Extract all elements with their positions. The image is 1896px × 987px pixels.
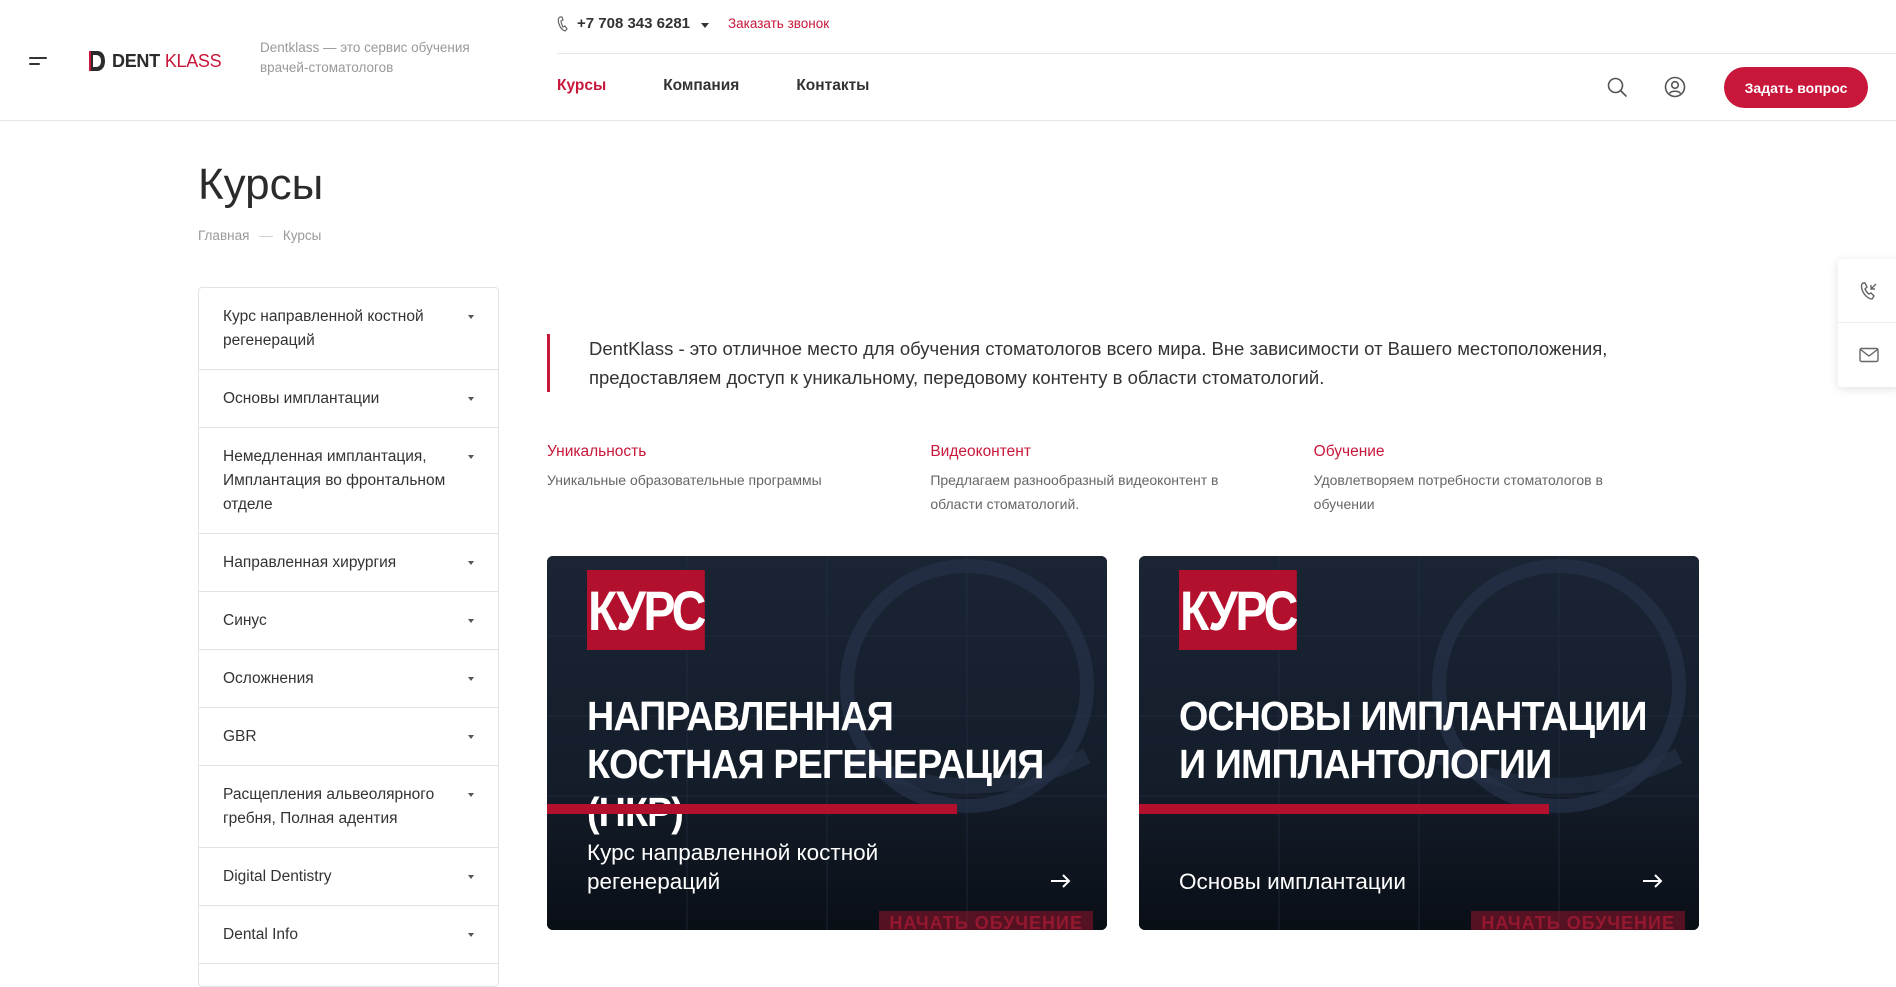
chevron-down-icon[interactable] xyxy=(701,23,709,28)
course-card-implant-basics[interactable]: КУРС ОСНОВЫ ИМПЛАНТАЦИИ И ИМПЛАНТОЛОГИИ … xyxy=(1139,556,1699,930)
features-row: Уникальность Уникальные образовательные … xyxy=(547,443,1697,516)
logo[interactable]: DENT KLASS xyxy=(86,48,222,74)
tooth-logo-icon xyxy=(89,51,105,71)
start-learning-watermark: НАЧАТЬ ОБУЧЕНИЕ xyxy=(879,911,1093,930)
floating-contact-panel xyxy=(1838,259,1896,387)
feature-title: Видеоконтент xyxy=(930,443,1031,460)
chevron-down-icon[interactable] xyxy=(468,875,474,879)
sidebar-item-digital-dentistry[interactable]: Digital Dentistry xyxy=(199,848,498,906)
breadcrumb-home[interactable]: Главная xyxy=(198,228,249,243)
sidebar-item-dental-info[interactable]: Dental Info xyxy=(199,906,498,964)
menu-icon[interactable] xyxy=(29,55,47,67)
start-learning-watermark: НАЧАТЬ ОБУЧЕНИЕ xyxy=(1471,911,1685,930)
page-title: Курсы xyxy=(198,160,324,209)
sidebar-item-label: Осложнения xyxy=(223,669,314,687)
breadcrumb-current: Курсы xyxy=(282,228,322,243)
callback-link[interactable]: Заказать звонок xyxy=(728,16,829,31)
card-divider xyxy=(547,804,957,814)
sidebar-item-label: Расщепления альвеолярного гребня, Полная… xyxy=(223,785,435,827)
sidebar-item-label: Направленная хирургия xyxy=(223,553,397,571)
arrow-right-icon[interactable] xyxy=(1051,874,1071,888)
sidebar-item-label: GBR xyxy=(223,727,257,745)
breadcrumb: Главная — Курсы xyxy=(198,228,321,243)
logo-text-dent: DENT xyxy=(112,50,160,71)
chevron-down-icon[interactable] xyxy=(468,933,474,937)
logo-text-klass: KLASS xyxy=(164,50,222,71)
course-badge: КУРС xyxy=(1179,570,1298,650)
phone-incoming-icon xyxy=(1860,281,1877,300)
feature-title: Обучение xyxy=(1313,443,1385,460)
sidebar-item-immediate-implant[interactable]: Немедленная имплантация, Имплантация во … xyxy=(199,428,498,534)
card-headline: ОСНОВЫ ИМПЛАНТАЦИИ И ИМПЛАНТОЛОГИИ xyxy=(1179,693,1647,787)
phone-icon xyxy=(557,16,568,32)
ask-question-button[interactable]: Задать вопрос xyxy=(1724,67,1868,108)
sidebar-item-sinus[interactable]: Синус xyxy=(199,592,498,650)
course-card-bone-regeneration[interactable]: КУРС НАПРАВЛЕННАЯ КОСТНАЯ РЕГЕНЕРАЦИЯ (Н… xyxy=(547,556,1107,930)
sidebar-item-complications[interactable]: Осложнения xyxy=(199,650,498,708)
nav-item-courses[interactable]: Курсы xyxy=(557,77,606,95)
feature-uniqueness: Уникальность Уникальные образовательные … xyxy=(547,443,930,516)
chevron-down-icon[interactable] xyxy=(468,315,474,319)
header-topline: +7 708 343 6281 Заказать звонок xyxy=(557,0,1896,54)
nav-item-contacts[interactable]: Контакты xyxy=(796,77,869,95)
sidebar-item-implant-basics[interactable]: Основы имплантации xyxy=(199,370,498,428)
course-badge: КУРС xyxy=(587,570,706,650)
sidebar-item-label: Dental Info xyxy=(223,925,298,943)
feature-title: Уникальность xyxy=(547,443,647,460)
slogan: Dentklass — это сервис обучения врачей-с… xyxy=(260,40,470,75)
feature-text: Удовлетворяем потребности стоматологов в… xyxy=(1313,472,1603,512)
sidebar-item-label: Digital Dentistry xyxy=(223,867,332,885)
sidebar-item-label: Синус xyxy=(223,611,267,629)
sidebar-item-ridge-split[interactable]: Расщепления альвеолярного гребня, Полная… xyxy=(199,766,498,848)
nav-item-company[interactable]: Компания xyxy=(663,77,739,95)
sidebar-item-label: Курс направленной костной регенераций xyxy=(223,307,424,349)
chevron-down-icon[interactable] xyxy=(468,397,474,401)
sidebar-item-bone-regeneration[interactable]: Курс направленной костной регенераций xyxy=(199,288,498,370)
card-course-name: Курс направленной костной регенераций xyxy=(587,840,879,894)
search-icon[interactable] xyxy=(1606,76,1628,98)
feature-text: Предлагаем разнообразный видеоконтент в … xyxy=(930,472,1219,512)
chevron-down-icon[interactable] xyxy=(468,735,474,739)
user-icon[interactable] xyxy=(1664,76,1686,98)
phone-number[interactable]: +7 708 343 6281 xyxy=(577,15,690,32)
main-nav: Курсы Компания Контакты xyxy=(557,77,926,95)
courses-sidebar: Курс направленной костной регенераций Ос… xyxy=(198,287,499,987)
card-headline: НАПРАВЛЕННАЯ КОСТНАЯ РЕГЕНЕРАЦИЯ (НКР) xyxy=(587,693,1044,835)
card-divider xyxy=(1139,804,1549,814)
breadcrumb-separator: — xyxy=(259,228,273,243)
feature-video: Видеоконтент Предлагаем разнообразный ви… xyxy=(930,443,1313,516)
email-float-button[interactable] xyxy=(1838,323,1896,387)
chevron-down-icon[interactable] xyxy=(468,561,474,565)
chevron-down-icon[interactable] xyxy=(468,455,474,459)
intro-quote: DentKlass - это отличное место для обуче… xyxy=(547,334,1697,392)
chevron-down-icon[interactable] xyxy=(468,793,474,797)
sidebar-item-label: Основы имплантации xyxy=(223,389,380,407)
arrow-right-icon[interactable] xyxy=(1643,874,1663,888)
feature-education: Обучение Удовлетворяем потребности стома… xyxy=(1314,443,1697,516)
mail-icon xyxy=(1859,347,1879,363)
chevron-down-icon[interactable] xyxy=(468,619,474,623)
site-header: DENT KLASS Dentklass — это сервис обучен… xyxy=(0,0,1896,121)
chevron-down-icon[interactable] xyxy=(468,677,474,681)
sidebar-item-guided-surgery[interactable]: Направленная хирургия xyxy=(199,534,498,592)
card-course-name: Основы имплантации xyxy=(1179,869,1406,894)
callback-float-button[interactable] xyxy=(1838,259,1896,323)
sidebar-item-gbr[interactable]: GBR xyxy=(199,708,498,766)
sidebar-item-label: Немедленная имплантация, Имплантация во … xyxy=(223,447,446,513)
feature-text: Уникальные образовательные программы xyxy=(547,472,822,488)
